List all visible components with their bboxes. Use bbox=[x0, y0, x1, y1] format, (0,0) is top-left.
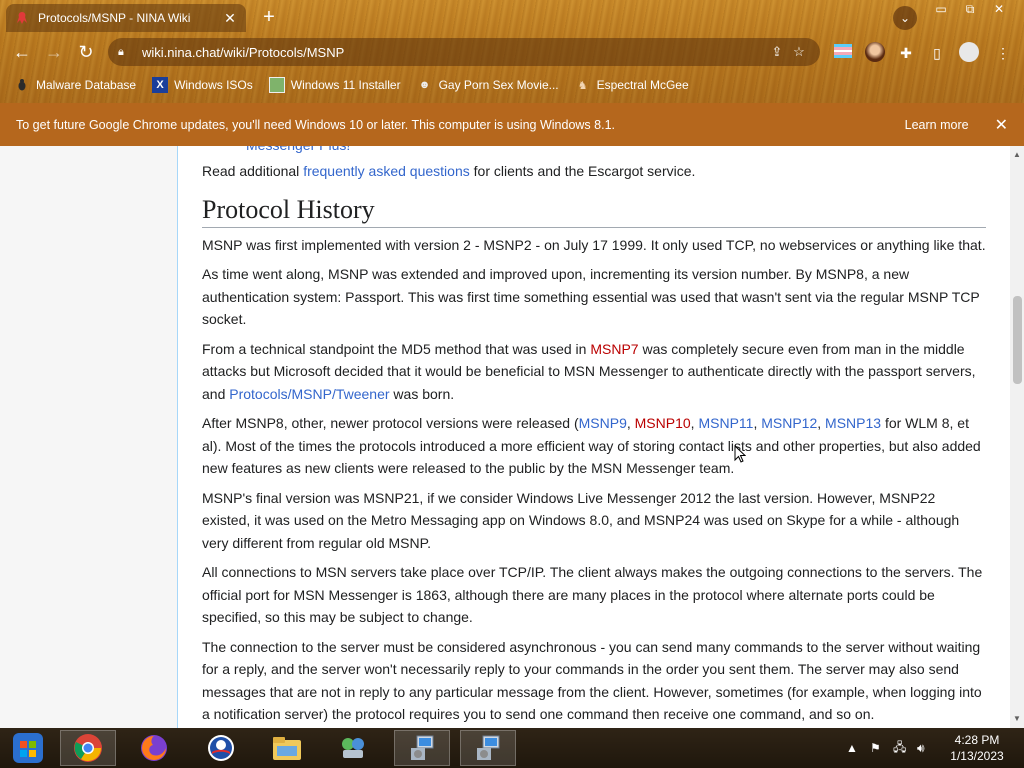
url-text[interactable]: wiki.nina.chat/wiki/Protocols/MSNP bbox=[142, 45, 766, 60]
page-scrollbar[interactable]: ▲ ▼ bbox=[1010, 146, 1024, 728]
separator: , bbox=[626, 415, 635, 431]
paragraph-6: All connections to MSN servers take plac… bbox=[202, 564, 983, 625]
system-clock[interactable]: 4:28 PM 1/13/2023 bbox=[944, 732, 1010, 764]
tray-overflow-icon[interactable]: ▲ bbox=[846, 728, 858, 768]
update-infobar: To get future Google Chrome updates, you… bbox=[0, 103, 1024, 146]
bookmark-label: Windows 11 Installer bbox=[290, 78, 401, 92]
faq-link[interactable]: frequently asked questions bbox=[303, 163, 470, 179]
back-arrow-icon[interactable]: ← bbox=[10, 40, 34, 64]
paragraph-3: From a technical standpoint the MD5 meth… bbox=[202, 338, 986, 406]
browser-toolbar: ← → ↻ 🔒︎ wiki.nina.chat/wiki/Protocols/M… bbox=[0, 36, 1024, 68]
bookmark-label: Gay Porn Sex Movie... bbox=[438, 78, 559, 92]
trans-flag-extension-icon[interactable] bbox=[832, 42, 854, 64]
msnp9-link[interactable]: MSNP9 bbox=[579, 415, 627, 431]
msnp12-link[interactable]: MSNP12 bbox=[761, 415, 817, 431]
article-content: Messenger Plus! Read additional frequent… bbox=[177, 146, 1010, 728]
puzzle-extensions-icon[interactable]: ✚ bbox=[895, 42, 917, 64]
page-viewport: Messenger Plus! Read additional frequent… bbox=[0, 146, 1010, 728]
character-icon: ♞ bbox=[577, 79, 588, 92]
bookmark-star-icon[interactable]: ☆ bbox=[788, 44, 810, 60]
bookmark-malware-database[interactable]: Malware Database bbox=[14, 77, 136, 93]
clock-date: 1/13/2023 bbox=[950, 749, 1004, 763]
msnp11-link[interactable]: MSNP11 bbox=[698, 415, 753, 431]
reload-icon[interactable]: ↻ bbox=[74, 40, 98, 64]
paragraph-7: The connection to the server must be con… bbox=[202, 638, 982, 723]
cat-icon: ☻ bbox=[418, 79, 431, 91]
paragraph-1: MSNP was first implemented with version … bbox=[202, 236, 986, 253]
windows-taskbar: ▲ ⚑ 🖧︎ 🔊︎ 4:28 PM 1/13/2023 bbox=[0, 728, 1024, 768]
scroll-up-arrow-icon[interactable]: ▲ bbox=[1010, 148, 1024, 162]
cut-off-list-item[interactable]: Messenger Plus! bbox=[246, 146, 350, 157]
lock-icon[interactable]: 🔒︎ bbox=[118, 46, 134, 59]
bookmark-label: Windows ISOs bbox=[174, 78, 253, 92]
account-icon[interactable] bbox=[958, 42, 980, 64]
bug-icon bbox=[14, 77, 30, 93]
bookmark-gay-porn-sex-movie[interactable]: ☻ Gay Porn Sex Movie... bbox=[417, 77, 559, 93]
bookmark-label: Espectral McGee bbox=[596, 78, 689, 92]
paragraph-4: After MSNP8, other, newer protocol versi… bbox=[202, 412, 986, 480]
bookmark-label: Malware Database bbox=[36, 78, 137, 92]
scrollbar-thumb[interactable] bbox=[1013, 296, 1022, 384]
separator: , bbox=[817, 415, 826, 431]
new-tab-button[interactable]: + bbox=[258, 6, 280, 28]
minimize-button[interactable]: ▭ bbox=[926, 0, 956, 18]
firefox-taskbar-icon[interactable] bbox=[126, 730, 182, 766]
address-bar[interactable]: 🔒︎ wiki.nina.chat/wiki/Protocols/MSNP ⇪ … bbox=[108, 38, 820, 66]
bookmarks-bar: Malware Database X Windows ISOs Windows … bbox=[0, 72, 1024, 98]
clock-time: 4:28 PM bbox=[954, 733, 1000, 747]
p4-text: After MSNP8, other, newer protocol versi… bbox=[202, 415, 579, 431]
side-panel-icon[interactable]: ▯ bbox=[926, 42, 948, 64]
mouse-cursor-icon bbox=[734, 445, 746, 463]
menu-dots-icon[interactable]: ⋮ bbox=[992, 42, 1014, 64]
network-app-taskbar-icon[interactable] bbox=[325, 730, 381, 766]
tab-title: Protocols/MSNP - NINA Wiki bbox=[38, 11, 191, 25]
close-window-button[interactable]: ✕ bbox=[984, 0, 1014, 18]
installer-1-taskbar-icon[interactable] bbox=[394, 730, 450, 766]
learn-more-link[interactable]: Learn more bbox=[905, 118, 969, 132]
file-explorer-taskbar-icon[interactable] bbox=[259, 730, 315, 766]
p3-text: was born. bbox=[389, 385, 455, 402]
favicon-icon bbox=[14, 10, 30, 26]
tweener-link[interactable]: Protocols/MSNP/Tweener bbox=[229, 386, 389, 402]
bookmark-windows-isos[interactable]: X Windows ISOs bbox=[152, 77, 253, 93]
bookmark-windows-11-installer[interactable]: Windows 11 Installer bbox=[268, 77, 401, 93]
faq-paragraph: Read additional frequently asked questio… bbox=[202, 160, 986, 183]
network-icon[interactable]: 🖧︎ bbox=[893, 728, 906, 768]
browser-frame: Protocols/MSNP - NINA Wiki ✕ + ⌄ ▭ ⧉ ✕ ←… bbox=[0, 0, 1024, 103]
forward-arrow-icon[interactable]: → bbox=[42, 40, 66, 64]
faq-text-pre: Read additional bbox=[202, 163, 304, 179]
bookmark-espectral-mcgee[interactable]: ♞ Espectral McGee bbox=[575, 77, 689, 93]
faq-text-post: for clients and the Escargot service. bbox=[469, 163, 696, 179]
msnp13-link[interactable]: MSNP13 bbox=[825, 415, 881, 431]
extension-avatar-icon[interactable] bbox=[864, 42, 886, 64]
section-heading: Protocol History bbox=[202, 195, 986, 228]
msnp10-link[interactable]: MSNP10 bbox=[635, 415, 691, 431]
p3-text: From a technical standpoint the MD5 meth… bbox=[202, 340, 591, 357]
paragraph-5: MSNP's final version was MSNP21, if we c… bbox=[202, 489, 960, 551]
obama-app-taskbar-icon[interactable] bbox=[193, 730, 249, 766]
infobar-message: To get future Google Chrome updates, you… bbox=[16, 117, 615, 132]
infobar-close-icon[interactable]: ✕ bbox=[995, 115, 1008, 135]
paragraph-2: As time went along, MSNP was extended an… bbox=[202, 266, 980, 327]
msnp7-link[interactable]: MSNP7 bbox=[590, 341, 638, 357]
share-icon[interactable]: ⇪ bbox=[766, 44, 788, 60]
maximize-button[interactable]: ⧉ bbox=[955, 0, 985, 18]
start-button[interactable] bbox=[0, 730, 56, 766]
tab-search-icon[interactable]: ⌄ bbox=[893, 6, 917, 30]
scroll-down-arrow-icon[interactable]: ▼ bbox=[1010, 712, 1024, 726]
installer-2-taskbar-icon[interactable] bbox=[460, 730, 516, 766]
image-icon bbox=[268, 77, 285, 93]
tab-close-icon[interactable]: ✕ bbox=[222, 10, 238, 27]
x-logo-icon: X bbox=[152, 77, 169, 93]
browser-tab[interactable]: Protocols/MSNP - NINA Wiki ✕ bbox=[6, 4, 246, 32]
volume-icon[interactable]: 🔊︎ bbox=[917, 728, 925, 768]
chrome-taskbar-icon[interactable] bbox=[60, 730, 116, 766]
action-center-flag-icon[interactable]: ⚑ bbox=[870, 728, 881, 768]
